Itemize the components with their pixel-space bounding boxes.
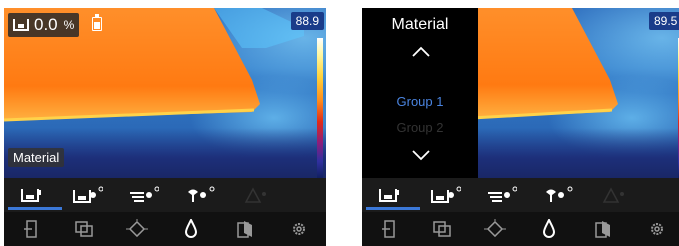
reference-button[interactable]: [576, 212, 630, 246]
main-toolbar: [4, 212, 326, 246]
battery-icon: [92, 14, 102, 31]
exit-icon: [23, 220, 37, 238]
material-mode-4-icon: [546, 186, 573, 202]
exit-button[interactable]: [4, 212, 57, 246]
gear-icon: [293, 223, 305, 235]
material-mode-2-button[interactable]: [60, 178, 116, 212]
temperature-scale: [317, 38, 323, 178]
max-temp-badge: 89.5: [649, 12, 679, 30]
settings-button[interactable]: [272, 212, 326, 246]
material-mode-3-icon: [488, 186, 517, 202]
reading-value: 0.0: [34, 15, 58, 34]
group-option-selected[interactable]: Group 1: [362, 94, 478, 109]
reference-button[interactable]: [218, 212, 272, 246]
camera-screen-main: 0.0 % 88.9 Material: [4, 8, 326, 246]
moisture-button[interactable]: [164, 212, 218, 246]
image-mode-button[interactable]: [57, 212, 110, 246]
material-toolbar: [362, 178, 679, 212]
panel-title: Material: [391, 16, 449, 33]
chevron-up-icon[interactable]: [412, 46, 430, 57]
reading-unit: %: [63, 18, 75, 32]
material-mode-3-icon: [130, 186, 159, 202]
material-panel: Material Group 1 Group 2: [362, 8, 478, 178]
focus-button[interactable]: [468, 212, 522, 246]
chevron-down-icon[interactable]: [412, 150, 430, 161]
selection-indicator: [8, 207, 62, 210]
material-mode-5-button[interactable]: [228, 178, 284, 212]
main-toolbar: [362, 212, 679, 246]
image-mode-icon: [74, 221, 93, 237]
moisture-drop-icon: [184, 219, 198, 238]
material-mode-2-button[interactable]: [418, 178, 474, 212]
material-mode-3-button[interactable]: [474, 178, 530, 212]
moisture-button[interactable]: [522, 212, 576, 246]
material-mode-3-button[interactable]: [116, 178, 172, 212]
reference-icon: [595, 221, 610, 238]
material-mode-1-icon: [379, 189, 399, 202]
focus-icon: [484, 219, 506, 238]
selection-indicator: [366, 207, 420, 210]
material-mode-4-button[interactable]: [172, 178, 228, 212]
camera-screen-material-menu: Material Group 1 Group 2 89.5: [362, 8, 679, 246]
material-bar-icon: [13, 19, 29, 31]
group-option-next[interactable]: Group 2: [362, 120, 478, 135]
focus-button[interactable]: [110, 212, 164, 246]
gear-icon: [651, 223, 663, 235]
settings-button[interactable]: [630, 212, 679, 246]
material-mode-1-icon: [21, 189, 41, 202]
material-toolbar: [4, 178, 326, 212]
reference-icon: [237, 221, 252, 238]
exit-button[interactable]: [362, 212, 415, 246]
material-label: Material: [8, 148, 65, 167]
image-mode-icon: [432, 221, 451, 237]
moisture-drop-icon: [542, 219, 556, 238]
material-mode-2-icon: [431, 186, 461, 203]
focus-icon: [126, 219, 148, 238]
material-mode-5-button[interactable]: [586, 178, 642, 212]
material-mode-5-icon: [244, 187, 266, 203]
material-mode-5-icon: [602, 187, 624, 203]
material-mode-4-button[interactable]: [530, 178, 586, 212]
image-mode-button[interactable]: [415, 212, 468, 246]
material-mode-2-icon: [73, 186, 103, 203]
moisture-reading: 0.0 %: [8, 13, 80, 37]
material-mode-4-icon: [188, 186, 215, 202]
exit-icon: [381, 220, 395, 238]
max-temp-badge: 88.9: [290, 12, 324, 30]
